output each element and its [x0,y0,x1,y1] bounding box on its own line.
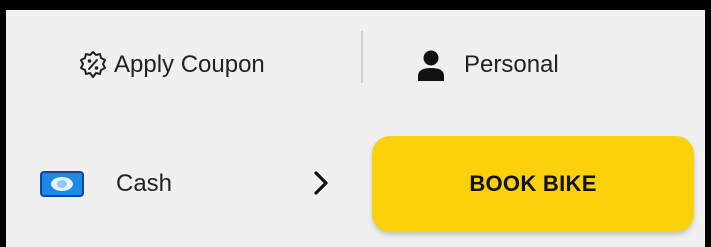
header-divider [361,31,363,83]
profile-label: Personal [464,51,559,78]
options-row: Apply Coupon Personal [6,10,705,116]
book-bike-button[interactable]: BOOK BIKE [372,136,694,232]
payment-method-label: Cash [116,170,173,197]
profile-selector[interactable]: Personal [416,48,559,82]
payment-method-selector[interactable]: Cash [40,158,340,210]
discount-badge-icon [80,51,106,78]
book-bike-label: BOOK BIKE [469,171,597,196]
booking-panel: Apply Coupon Personal Cash BOOK BIKE [6,10,705,247]
chevron-right-icon[interactable] [310,170,332,196]
person-icon [418,50,444,81]
cash-icon [40,171,84,197]
apply-coupon-label: Apply Coupon [114,51,265,78]
apply-coupon-button[interactable]: Apply Coupon [78,46,265,84]
